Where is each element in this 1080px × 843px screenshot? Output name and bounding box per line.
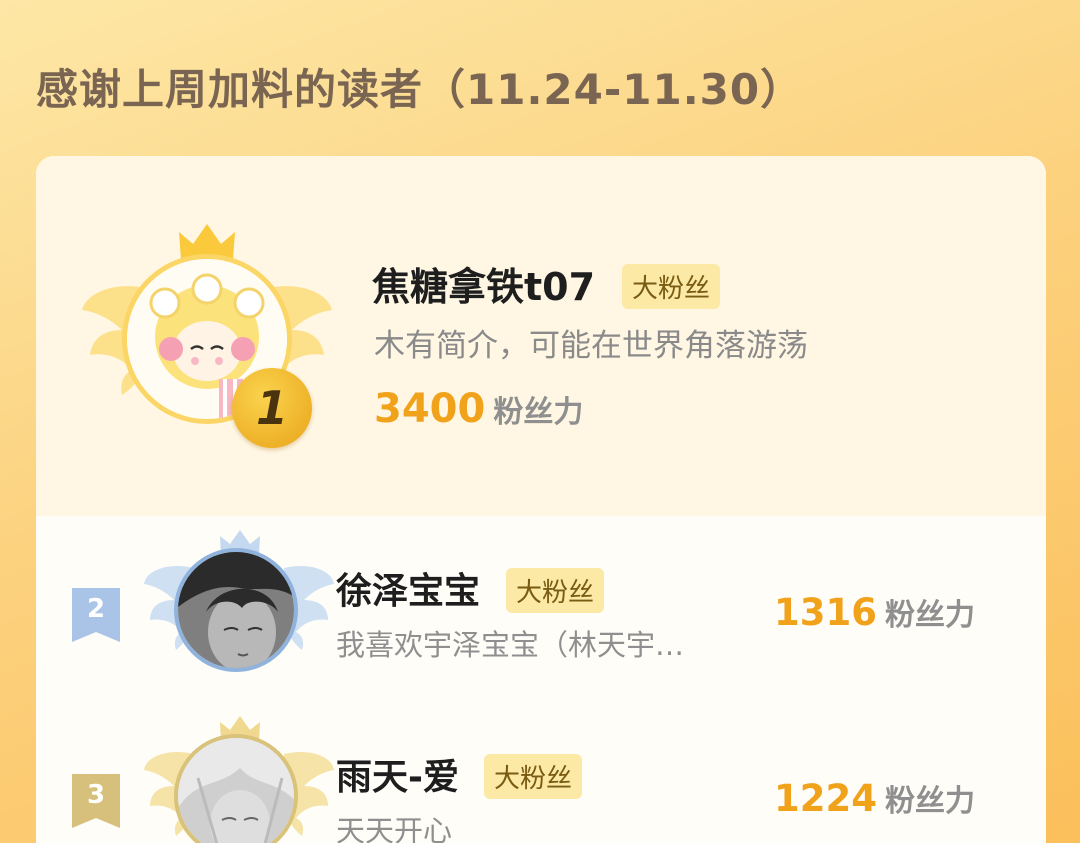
- score-value: 1224: [774, 777, 877, 820]
- rank-number: 2: [86, 594, 106, 624]
- reader-score: 1316 粉丝力: [774, 590, 975, 634]
- rank-number: 3: [86, 780, 106, 810]
- reader-description: 天天开心: [336, 814, 453, 843]
- reader-avatar[interactable]: [174, 548, 298, 672]
- top-reader-score: 3400 粉丝力: [374, 386, 583, 432]
- rank-1-medal: 1: [232, 368, 312, 448]
- reader-avatar-frame: [144, 714, 334, 843]
- rank-2-flag: 2: [72, 588, 120, 642]
- reader-name[interactable]: 雨天-爱: [336, 748, 459, 800]
- top-reader-name[interactable]: 焦糖拿铁t07: [372, 256, 595, 311]
- score-unit: 粉丝力: [884, 784, 975, 819]
- rank-3-flag: 3: [72, 774, 120, 828]
- page-title: 感谢上周加料的读者（11.24-11.30）: [36, 65, 804, 114]
- fan-level-badge: 大粉丝: [622, 264, 721, 309]
- anime-boy-avatar-icon: [178, 552, 294, 668]
- top-reader-description: 木有简介，可能在世界角落游荡: [374, 328, 808, 364]
- list-item[interactable]: 2 徐泽宝宝 大粉丝 我喜欢宇泽宝宝（林天宇… 1316 粉丝力: [36, 528, 1046, 688]
- reader-avatar[interactable]: [174, 734, 298, 843]
- fan-level-badge: 大粉丝: [484, 754, 583, 799]
- score-unit: 粉丝力: [493, 395, 584, 430]
- score-unit: 粉丝力: [884, 598, 975, 633]
- reader-name[interactable]: 徐泽宝宝: [336, 562, 480, 614]
- top-reader-row[interactable]: 1 焦糖拿铁t07 大粉丝 木有简介，可能在世界角落游荡 3400 粉丝力: [36, 156, 1046, 516]
- anime-white-hair-avatar-icon: [178, 738, 294, 843]
- reader-list: 2 徐泽宝宝 大粉丝 我喜欢宇泽宝宝（林天宇… 1316 粉丝力 3 雨天-爱 …: [36, 516, 1046, 843]
- reader-score: 1224 粉丝力: [774, 776, 975, 820]
- score-value: 3400: [374, 386, 486, 432]
- list-item[interactable]: 3 雨天-爱 大粉丝 天天开心 1224 粉丝力: [36, 714, 1046, 843]
- reader-avatar-frame: [144, 528, 334, 688]
- score-value: 1316: [774, 591, 877, 634]
- top-reader-avatar-frame: 1: [82, 218, 332, 458]
- reader-ranking-card: 1 焦糖拿铁t07 大粉丝 木有简介，可能在世界角落游荡 3400粉丝力 2: [36, 156, 1046, 843]
- reader-description: 我喜欢宇泽宝宝（林天宇…: [336, 628, 685, 662]
- fan-level-badge: 大粉丝: [506, 568, 605, 613]
